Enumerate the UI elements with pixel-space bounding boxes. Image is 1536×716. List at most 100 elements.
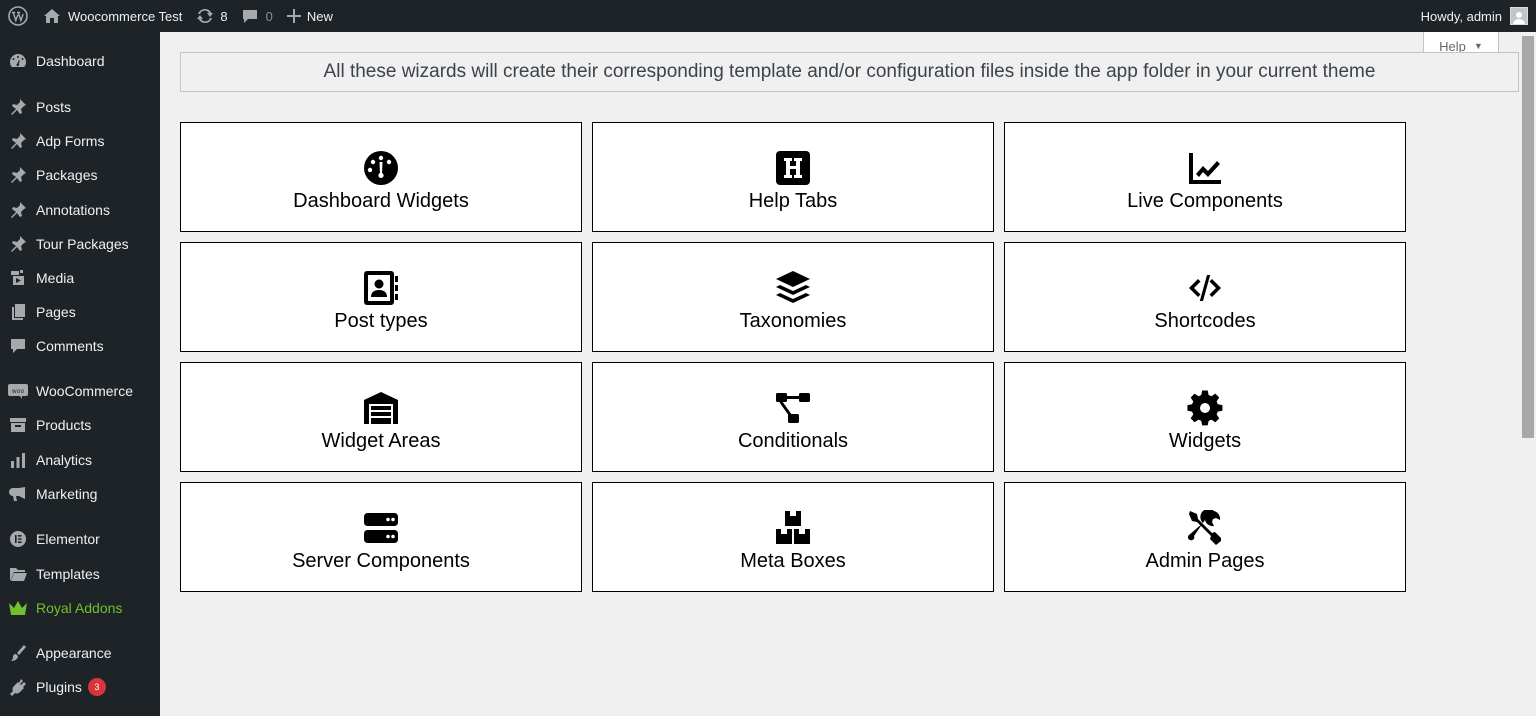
sidebar-item-label: Appearance <box>36 645 112 661</box>
diagram-icon <box>776 392 810 423</box>
sidebar-item-label: Annotations <box>36 202 110 218</box>
sidebar-item-dashboard[interactable]: Dashboard <box>0 44 160 78</box>
wizard-card-taxonomies[interactable]: Taxonomies <box>592 242 994 352</box>
home-icon <box>44 9 60 23</box>
comments-count: 0 <box>265 8 273 24</box>
avatar <box>1510 7 1528 25</box>
sidebar-item-analytics[interactable]: Analytics <box>0 443 160 477</box>
greeting: Howdy, admin <box>1420 8 1502 24</box>
sidebar-item-label: Comments <box>36 338 104 354</box>
page-scrollbar[interactable] <box>1520 32 1536 716</box>
crown-icon <box>9 601 27 615</box>
gauge-icon <box>364 150 398 185</box>
pin-icon <box>11 99 26 115</box>
server-icon <box>364 512 398 543</box>
plug-icon <box>10 679 26 696</box>
wizard-card-dashboard-widgets[interactable]: Dashboard Widgets <box>180 122 582 232</box>
elementor-icon <box>10 531 26 547</box>
sidebar-item-packages[interactable]: Packages <box>0 158 160 192</box>
updates-count: 8 <box>220 8 228 24</box>
site-name-link[interactable]: Woocommerce Test <box>36 0 189 32</box>
code-icon <box>1189 274 1221 301</box>
sidebar-item-comments[interactable]: Comments <box>0 329 160 363</box>
admin-bar: Woocommerce Test 8 0 New Howdy, admin <box>0 0 1536 32</box>
boxes-icon <box>776 510 810 544</box>
main-content: Help ▼ All these wizards will create the… <box>160 32 1520 716</box>
sidebar-item-label: Royal Addons <box>36 600 123 616</box>
new-content-link[interactable]: New <box>280 0 340 32</box>
sidebar-item-templates[interactable]: Templates <box>0 557 160 591</box>
sidebar-item-media[interactable]: Media <box>0 261 160 295</box>
scrollbar-thumb[interactable] <box>1522 36 1534 438</box>
info-notice: All these wizards will create their corr… <box>180 52 1519 92</box>
wizard-card-live-components[interactable]: Live Components <box>1004 122 1406 232</box>
sidebar-item-elementor[interactable]: Elementor <box>0 522 160 556</box>
sidebar-item-label: Dashboard <box>36 53 105 69</box>
my-account-link[interactable]: Howdy, admin <box>1414 0 1536 32</box>
sidebar-item-label: Templates <box>36 566 100 582</box>
plugins-update-badge: 3 <box>87 678 106 696</box>
megaphone-icon <box>9 487 25 501</box>
pin-icon <box>11 133 26 149</box>
sidebar-item-annotations[interactable]: Annotations <box>0 193 160 227</box>
sidebar-item-label: Analytics <box>36 452 93 468</box>
comment-icon <box>242 10 257 23</box>
wizard-label: Live Components <box>1127 189 1283 212</box>
line-chart-icon <box>1189 152 1221 184</box>
sidebar-item-royal-addons[interactable]: Royal Addons <box>0 591 160 625</box>
wizard-card-help-tabs[interactable]: Help Tabs <box>592 122 994 232</box>
sidebar-item-label: Tour Packages <box>36 236 129 252</box>
sidebar-item-tour-packages[interactable]: Tour Packages <box>0 227 160 261</box>
wizard-card-widgets[interactable]: Widgets <box>1004 362 1406 472</box>
sidebar-item-woocommerce[interactable]: woo WooCommerce <box>0 374 160 408</box>
pin-icon <box>11 236 26 252</box>
sidebar-item-label: Plugins <box>36 679 82 695</box>
wizard-label: Widgets <box>1168 429 1242 452</box>
h-square-icon <box>776 150 810 185</box>
sidebar-item-marketing[interactable]: Marketing <box>0 477 160 511</box>
wizard-label: Conditionals <box>737 429 849 452</box>
wizard-label: Post types <box>334 309 428 332</box>
sidebar-item-pages[interactable]: Pages <box>0 295 160 329</box>
wizard-card-meta-boxes[interactable]: Meta Boxes <box>592 482 994 592</box>
sidebar-item-products[interactable]: Products <box>0 408 160 442</box>
svg-text:woo: woo <box>12 388 25 395</box>
sidebar-item-label: Posts <box>36 99 72 115</box>
dashboard-icon <box>10 54 26 67</box>
wizard-label: Widget Areas <box>321 429 441 452</box>
sidebar-item-label: Pages <box>36 304 76 320</box>
sidebar-item-appearance[interactable]: Appearance <box>0 636 160 670</box>
wizard-label: Dashboard Widgets <box>293 189 469 212</box>
updates-icon <box>197 8 214 24</box>
sidebar-item-label: WooCommerce <box>36 383 133 399</box>
pin-icon <box>11 202 26 218</box>
sidebar-item-label: Marketing <box>36 486 98 502</box>
woo-icon: woo <box>8 384 28 399</box>
sidebar-item-label: Media <box>36 270 75 286</box>
media-icon <box>11 270 24 285</box>
sidebar-item-adp-forms[interactable]: Adp Forms <box>0 124 160 158</box>
new-label: New <box>306 8 333 24</box>
plus-icon <box>286 9 301 23</box>
wizard-card-admin-pages[interactable]: Admin Pages <box>1004 482 1406 592</box>
sidebar-item-plugins[interactable]: Plugins 3 <box>0 670 160 704</box>
bar-chart-icon <box>11 453 25 468</box>
warehouse-icon <box>364 391 398 424</box>
wizard-card-conditionals[interactable]: Conditionals <box>592 362 994 472</box>
wizard-card-server-components[interactable]: Server Components <box>180 482 582 592</box>
wizard-label: Taxonomies <box>739 309 847 332</box>
wizard-card-post-types[interactable]: Post types <box>180 242 582 352</box>
wizard-card-shortcodes[interactable]: Shortcodes <box>1004 242 1406 352</box>
wizard-label: Admin Pages <box>1145 549 1265 572</box>
pages-icon <box>12 304 25 320</box>
sidebar-item-posts[interactable]: Posts <box>0 90 160 124</box>
wordpress-logo-button[interactable] <box>0 0 36 32</box>
archive-icon <box>10 418 26 432</box>
gear-icon <box>1187 389 1223 425</box>
updates-link[interactable]: 8 <box>189 0 234 32</box>
comments-link[interactable]: 0 <box>235 0 280 32</box>
layers-icon <box>776 270 810 303</box>
sidebar-item-label: Packages <box>36 167 98 183</box>
wizard-card-widget-areas[interactable]: Widget Areas <box>180 362 582 472</box>
sidebar-item-label: Elementor <box>36 531 100 547</box>
